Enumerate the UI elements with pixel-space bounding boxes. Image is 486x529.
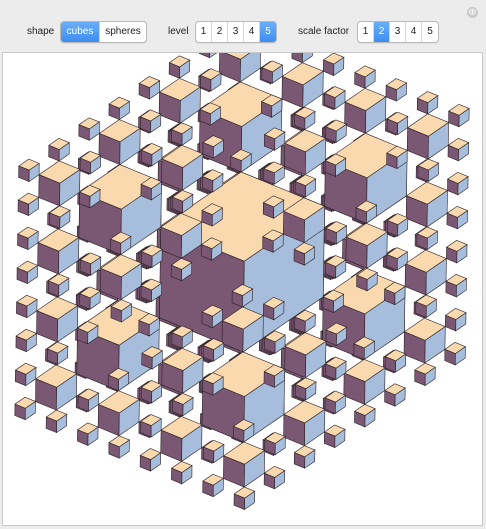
level-selector: 1 2 3 4 5 [195, 21, 277, 43]
cube-left-face [291, 53, 303, 64]
scale-option-2[interactable]: 2 [374, 22, 390, 42]
shape-selector: cubes spheres [60, 21, 147, 43]
level-option-2[interactable]: 2 [212, 22, 228, 42]
scale-option-1[interactable]: 1 [358, 22, 374, 42]
scale-option-5[interactable]: 5 [422, 22, 438, 42]
shape-label: shape [27, 26, 55, 37]
control-bar: shape cubes spheres level 1 2 3 4 5 scal… [0, 21, 486, 43]
cube-left-face [198, 53, 210, 59]
close-icon[interactable]: ⊕ [467, 7, 478, 18]
scale-factor-label: scale factor [298, 26, 350, 37]
level-label: level [168, 26, 189, 37]
level-option-5[interactable]: 5 [260, 22, 276, 42]
level-option-1[interactable]: 1 [196, 22, 212, 42]
fractal-cube-graphic [14, 53, 470, 511]
fractal-canvas[interactable] [2, 52, 483, 526]
level-option-4[interactable]: 4 [244, 22, 260, 42]
shape-option-spheres[interactable]: spheres [100, 22, 146, 42]
scale-factor-selector: 1 2 3 4 5 [357, 21, 439, 43]
cube-right-face [239, 53, 261, 83]
scale-option-4[interactable]: 4 [406, 22, 422, 42]
level-option-3[interactable]: 3 [228, 22, 244, 42]
cube-right-face [302, 53, 313, 64]
shape-option-cubes[interactable]: cubes [61, 22, 100, 42]
cube-right-face [209, 53, 218, 59]
scale-option-3[interactable]: 3 [390, 22, 406, 42]
